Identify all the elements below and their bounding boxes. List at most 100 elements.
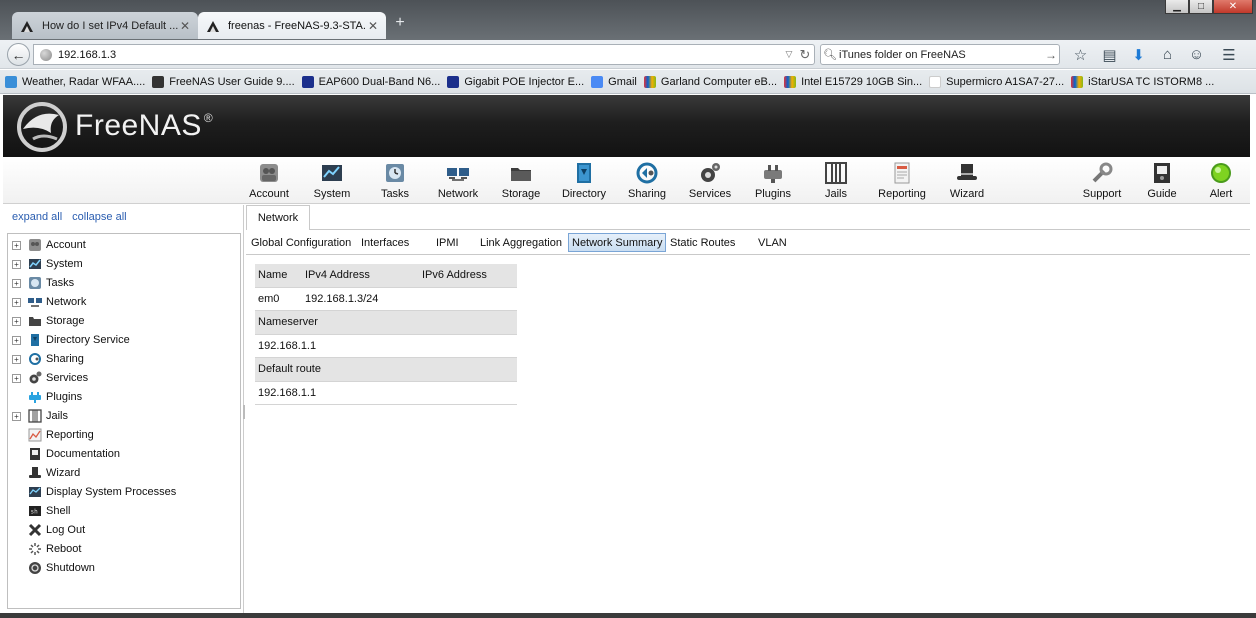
url-bar[interactable]: 192.168.1.3 ▽ ↻	[33, 44, 815, 65]
documentation-icon	[30, 448, 40, 460]
sidebar-item-log-out[interactable]: Log Out	[8, 521, 85, 539]
expand-icon[interactable]: +	[12, 316, 21, 326]
close-tab-icon[interactable]: ✕	[178, 19, 192, 33]
panel-splitter[interactable]	[243, 405, 245, 419]
toolbar-wizard-button[interactable]: Wizard	[936, 161, 998, 200]
expand-icon[interactable]: +	[12, 411, 21, 421]
bookmark-item[interactable]: iStarUSA TC ISTORM8 ...	[1071, 75, 1214, 88]
search-bar[interactable]: 🔍︎ iTunes folder on FreeNAS →	[820, 44, 1060, 65]
subtab-global-configuration[interactable]: Global Configuration	[248, 233, 354, 252]
subtab-ipmi[interactable]: IPMI	[433, 233, 462, 252]
sidebar-item-reboot[interactable]: Reboot	[8, 540, 81, 558]
expand-all-link[interactable]: expand all	[12, 211, 62, 223]
sidebar-item-shell[interactable]: sh Shell	[8, 502, 70, 520]
minimize-icon[interactable]: ▁	[1165, 0, 1189, 14]
chat-icon[interactable]: ☺	[1182, 43, 1211, 66]
network-icon	[447, 168, 469, 181]
search-go-icon[interactable]: →	[1043, 48, 1059, 62]
toolbar-sharing-button[interactable]: Sharing	[616, 161, 678, 200]
bookmark-item[interactable]: Gigabit POE Injector E...	[447, 75, 584, 88]
toolbar-directory-button[interactable]: Directory	[553, 161, 615, 200]
toolbar-system-button[interactable]: System	[301, 161, 363, 200]
subtab-link-aggregation[interactable]: Link Aggregation	[477, 233, 565, 252]
sidebar-item-display-system-processes[interactable]: Display System Processes	[8, 483, 176, 501]
weather-icon	[5, 75, 17, 88]
search-icon: 🔍︎	[823, 49, 837, 61]
sidebar-item-shutdown[interactable]: Shutdown	[8, 559, 95, 577]
close-window-icon[interactable]: ✕	[1213, 0, 1253, 14]
back-arrow-icon[interactable]: ←	[7, 43, 30, 66]
reload-icon[interactable]: ↻	[796, 47, 814, 63]
sidebar-item-storage[interactable]: + Storage	[8, 312, 85, 330]
home-icon[interactable]: ⌂	[1153, 43, 1182, 66]
table-row: 192.168.1.1	[255, 335, 517, 358]
toolbar-tasks-button[interactable]: Tasks	[364, 161, 426, 200]
bookmark-item[interactable]: Gmail	[591, 75, 637, 88]
close-tab-icon[interactable]: ✕	[366, 19, 380, 33]
default-route-value: 192.168.1.1	[258, 386, 317, 399]
bookmark-item[interactable]: Garland Computer eB...	[643, 75, 777, 88]
sidebar-item-network[interactable]: + Network	[8, 293, 86, 311]
sidebar-item-wizard[interactable]: Wizard	[8, 464, 80, 482]
shell-icon: sh	[29, 506, 41, 516]
toolbar-support-button[interactable]: Support	[1071, 161, 1133, 200]
toolbar-network-button[interactable]: Network	[427, 161, 489, 200]
toolbar-guide-button[interactable]: Guide	[1131, 161, 1193, 200]
maximize-icon[interactable]: □	[1189, 0, 1213, 14]
sidebar-item-services[interactable]: + Services	[8, 369, 88, 387]
sidebar-item-system[interactable]: + System	[8, 255, 83, 273]
expand-icon[interactable]: +	[12, 259, 21, 269]
menu-icon[interactable]: ☰	[1211, 43, 1247, 66]
expand-icon[interactable]: +	[12, 278, 21, 288]
expand-icon[interactable]: +	[12, 335, 21, 345]
toolbar-alert-button[interactable]: Alert	[1190, 161, 1252, 200]
collapse-all-link[interactable]: collapse all	[72, 211, 126, 223]
url-text[interactable]: 192.168.1.3	[58, 49, 782, 61]
column-header-ipv4: IPv4 Address	[305, 269, 370, 282]
sidebar-item-plugins[interactable]: Plugins	[8, 388, 82, 406]
expand-icon[interactable]: +	[12, 373, 21, 383]
logout-icon	[28, 523, 42, 537]
bookmark-item[interactable]: Weather, Radar WFAA....	[5, 75, 145, 88]
browser-tabstrip: How do I set IPv4 Default ... ✕ freenas …	[0, 0, 1256, 40]
toolbar-services-button[interactable]: Services	[679, 161, 741, 200]
expand-icon[interactable]: +	[12, 354, 21, 364]
toolbar-label: Tasks	[380, 188, 410, 200]
subtab-bar: Global Configuration Interfaces IPMI Lin…	[246, 231, 1250, 255]
bookmark-star-icon[interactable]: ☆	[1066, 43, 1095, 66]
sidebar-item-sharing[interactable]: + Sharing	[8, 350, 84, 368]
search-input[interactable]: iTunes folder on FreeNAS	[839, 49, 1043, 61]
bookmark-item[interactable]: EAP600 Dual-Band N6...	[301, 75, 440, 88]
bookmark-item[interactable]: Supermicro A1SA7-27...	[929, 75, 1064, 88]
sidebar-item-jails[interactable]: + Jails	[8, 407, 68, 425]
sidebar-item-tasks[interactable]: + Tasks	[8, 274, 74, 292]
toolbar-plugins-button[interactable]: Plugins	[742, 161, 804, 200]
subtab-static-routes[interactable]: Static Routes	[667, 233, 738, 252]
subtab-network-summary[interactable]: Network Summary	[568, 233, 667, 252]
reading-list-icon[interactable]: ▤	[1095, 43, 1124, 66]
toolbar-jails-button[interactable]: Jails	[805, 161, 867, 200]
sidebar-item-account[interactable]: + Account	[8, 236, 86, 254]
new-tab-button[interactable]: +	[392, 14, 408, 32]
toolbar-storage-button[interactable]: Storage	[490, 161, 552, 200]
tab-network[interactable]: Network	[246, 205, 310, 230]
bookmark-item[interactable]: FreeNAS User Guide 9....	[152, 75, 295, 88]
subtab-interfaces[interactable]: Interfaces	[358, 233, 412, 252]
dropdown-arrow-icon[interactable]: ▽	[782, 49, 796, 60]
toolbar-account-button[interactable]: Account	[238, 161, 300, 200]
subtab-vlan[interactable]: VLAN	[755, 233, 790, 252]
sidebar-item-directory-service[interactable]: + Directory Service	[8, 331, 130, 349]
bookmark-item[interactable]: Intel E15729 10GB Sin...	[784, 75, 922, 88]
sidebar-item-documentation[interactable]: Documentation	[8, 445, 120, 463]
browser-tab-1[interactable]: How do I set IPv4 Default ... ✕	[12, 12, 198, 39]
browser-tab-2[interactable]: freenas - FreeNAS-9.3-STA... ✕	[198, 12, 386, 39]
download-icon[interactable]: ⬇	[1124, 43, 1153, 66]
toolbar-reporting-button[interactable]: Reporting	[871, 161, 933, 200]
sidebar-item-reporting[interactable]: Reporting	[8, 426, 94, 444]
guide-icon	[1154, 163, 1170, 183]
freenas-logo[interactable]: FreeNAS ®	[13, 99, 213, 153]
expand-icon[interactable]: +	[12, 240, 21, 250]
expand-icon[interactable]: +	[12, 297, 21, 307]
directory-icon	[31, 334, 39, 346]
nameserver-value: 192.168.1.1	[258, 339, 317, 352]
